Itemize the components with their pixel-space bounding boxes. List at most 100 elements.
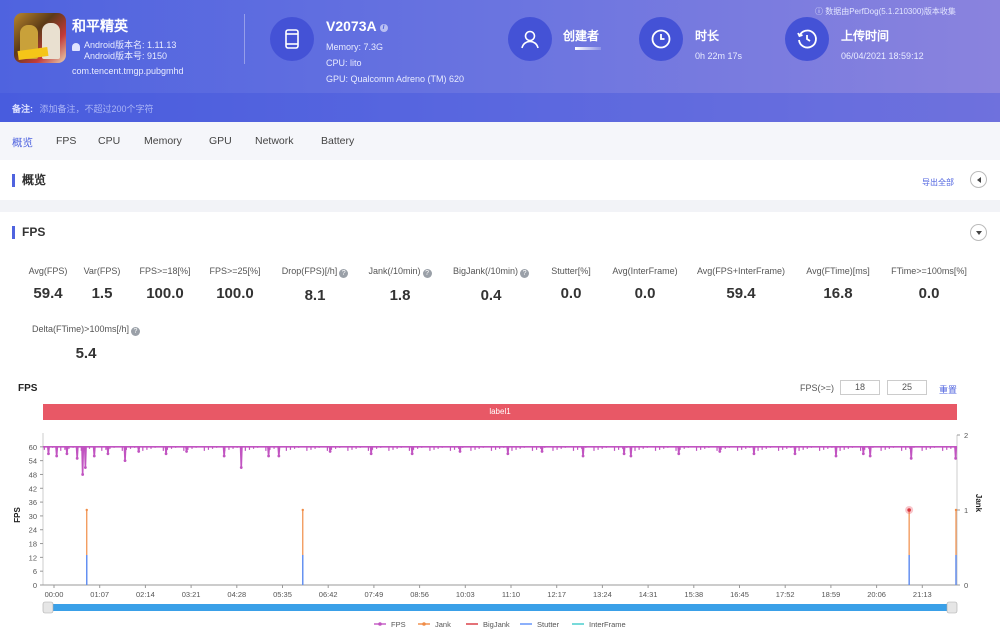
jank-point [301, 508, 304, 512]
legend-jank-label[interactable]: Jank [435, 620, 451, 629]
range-label-bar[interactable]: label1 [43, 404, 957, 420]
legend-stutter-label[interactable]: Stutter [537, 620, 560, 629]
note-input[interactable]: 添加备注，不超过200个字符 [40, 104, 154, 114]
app-version-code: Android版本号: 9150 [84, 51, 168, 61]
fps-threshold-low-input[interactable]: 18 [840, 380, 880, 395]
y-tick-label: 12 [29, 553, 37, 562]
x-tick-label: 17:52 [776, 590, 795, 599]
fps-point [81, 473, 85, 476]
x-tick-label: 12:17 [547, 590, 566, 599]
chart-title: FPS [18, 383, 38, 394]
x-tick-label: 01:07 [90, 590, 109, 599]
fps-point [164, 452, 168, 456]
history-icon [785, 17, 829, 61]
note-bar[interactable]: 备注: 添加备注，不超过200个字符 [0, 93, 1000, 122]
tab-gpu[interactable]: GPU [209, 135, 232, 147]
x-tick-label: 21:13 [913, 590, 932, 599]
app-icon [14, 13, 66, 63]
y-tick-label: 24 [29, 526, 37, 535]
stat-label: Delta(FTime)>100ms[/h]? [16, 324, 156, 336]
tab-memory[interactable]: Memory [144, 135, 182, 147]
jank-point [954, 508, 958, 512]
user-icon [508, 17, 552, 61]
fps-point [752, 452, 756, 456]
y-tick-label: 6 [33, 567, 37, 576]
legend-fps-label[interactable]: FPS [391, 620, 406, 629]
y-tick-label: 30 [29, 512, 37, 521]
upload-time-title: 上传时间 [841, 29, 890, 43]
chevron-left-icon [976, 176, 981, 183]
y-tick-label: 60 [29, 443, 37, 452]
fps-threshold-label: FPS(>=) [800, 383, 835, 393]
tab-battery[interactable]: Battery [321, 135, 354, 147]
fps-point [622, 452, 626, 456]
legend-interframe-label[interactable]: InterFrame [589, 620, 626, 629]
overview-panel: 概览 导出全部 [0, 160, 1000, 200]
fps-point [506, 452, 510, 456]
stat-label-text: Delta(FTime)>100ms[/h] [32, 324, 129, 334]
fps-point [410, 452, 414, 456]
fps-point [55, 454, 59, 458]
fps-point [75, 456, 79, 460]
fps-point [277, 454, 281, 458]
y-axis-title: FPS [13, 507, 22, 523]
y2-tick-label: 2 [964, 431, 968, 440]
x-tick-label: 00:00 [45, 590, 64, 599]
fps-section-title: FPS [12, 226, 45, 239]
app-version: Android版本名: 1.11.13 Android版本号: 9150 [84, 40, 176, 62]
fps-point [83, 466, 87, 469]
fps-chart[interactable]: 06121824303642485460012FPSJank00:00 01:07… [0, 425, 1000, 629]
stat-value: 0.0 [918, 285, 940, 302]
slider-handle-left[interactable] [42, 601, 54, 614]
fps-threshold-high-input[interactable]: 25 [887, 380, 927, 395]
device-model-text: V2073A [326, 18, 377, 34]
tab-cpu[interactable]: CPU [98, 135, 120, 147]
fps-point [65, 452, 69, 456]
creator-value [575, 47, 601, 50]
fps-point [718, 450, 722, 453]
duration-value: 0h 22m 17s [695, 51, 743, 61]
y2-tick-label: 0 [964, 581, 968, 590]
stat-item: FTime>=100ms[%] 0.0 [859, 266, 999, 302]
collapse-left-button[interactable] [970, 171, 987, 188]
x-tick-label: 02:14 [136, 590, 155, 599]
info-icon[interactable]: i [379, 24, 388, 32]
y-tick-label: 0 [33, 581, 37, 590]
tab-network[interactable]: Network [255, 135, 294, 147]
x-tick-label: 14:31 [639, 590, 658, 599]
note-label: 备注: [12, 104, 33, 114]
time-range-slider[interactable] [47, 604, 953, 611]
x-tick-label: 05:35 [273, 590, 292, 599]
legend-bigjank-label[interactable]: BigJank [483, 620, 510, 629]
stat-label-text: Drop(FPS)[/h] [281, 266, 338, 276]
fps-point [629, 454, 633, 458]
jank-point [85, 508, 88, 512]
bigjank-point [907, 508, 911, 512]
device-cpu: CPU: lito [326, 58, 362, 68]
source-note: ⓘ 数据由PerfDog(5.1.210300)版本收集 [815, 7, 956, 16]
android-icon [72, 43, 80, 51]
slider-handle-right[interactable] [946, 601, 958, 614]
stat-label: FTime>=100ms[%] [859, 266, 999, 276]
legend-jank-marker [422, 622, 426, 626]
tab-overview[interactable]: 概览 [12, 135, 33, 150]
app-version-name: Android版本名: 1.11.13 [84, 40, 177, 50]
x-tick-label: 07:49 [365, 590, 384, 599]
fps-point [137, 450, 141, 453]
tab-fps[interactable]: FPS [56, 135, 76, 147]
help-icon[interactable]: ? [130, 327, 140, 336]
app-package: com.tencent.tmgp.pubgmhd [72, 66, 184, 76]
device-model: V2073A i [326, 18, 388, 34]
collapse-down-button[interactable] [970, 224, 987, 241]
x-tick-label: 11:10 [502, 590, 520, 599]
fps-point [92, 454, 96, 458]
fps-point [540, 450, 544, 453]
export-all-link[interactable]: 导出全部 [922, 177, 954, 188]
x-tick-label: 13:24 [593, 590, 612, 599]
device-memory: Memory: 7.3G [326, 42, 384, 52]
fps-point [123, 459, 127, 463]
upload-time-value: 06/04/2021 18:59:12 [841, 51, 924, 61]
fps-point [239, 466, 243, 469]
x-tick-label: 10:03 [456, 590, 475, 599]
reset-button[interactable]: 重置 [939, 383, 957, 396]
